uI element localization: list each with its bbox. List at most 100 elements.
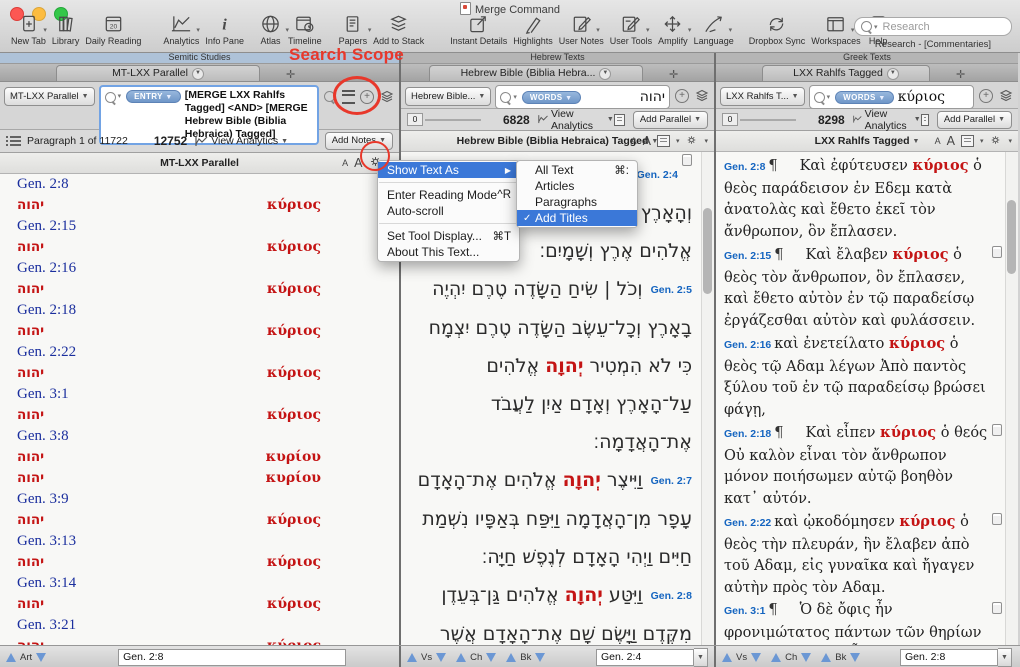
- increase-font-button[interactable]: A: [947, 134, 955, 148]
- user-note-icon[interactable]: [992, 424, 1002, 436]
- hebrew-hit-word[interactable]: יהוה: [17, 595, 44, 614]
- greek-hit-word[interactable]: κυρίου: [266, 448, 321, 467]
- user-note-icon[interactable]: [992, 513, 1002, 525]
- search-entry-box[interactable]: ▾ WORDS ▼ יהוה: [495, 85, 670, 109]
- verse-ref[interactable]: Gen. 2:8: [724, 161, 768, 173]
- menu-item-auto-scroll[interactable]: Auto-scroll: [378, 203, 519, 219]
- view-analytics-control[interactable]: View Analytics▼: [538, 108, 614, 132]
- submenu-item-add-titles[interactable]: ✓Add Titles: [517, 210, 637, 226]
- word[interactable]: Καὶ εἶπεν: [805, 425, 880, 441]
- search-query-text[interactable]: יהוה: [640, 89, 665, 105]
- verse-ref[interactable]: Gen. 3:9: [0, 489, 399, 510]
- submenu-item-all-text[interactable]: All Text⌘:: [517, 162, 637, 178]
- pane-layout-icon[interactable]: [921, 114, 929, 126]
- word[interactable]: κύριος: [912, 157, 968, 174]
- verse-ref[interactable]: Gen. 3:14: [0, 573, 399, 594]
- user-note-icon[interactable]: [992, 246, 1002, 258]
- hebrew-hit-word[interactable]: יהוה: [17, 511, 44, 530]
- verse-ref[interactable]: Gen. 2:15: [724, 250, 774, 262]
- context-slider[interactable]: 0: [722, 113, 796, 126]
- library-button[interactable]: Library: [49, 13, 83, 46]
- scope-pill-entry[interactable]: ENTRY ▼: [126, 90, 181, 103]
- greek-hit-word[interactable]: κύριος: [267, 238, 321, 257]
- tab-mt-lxx-parallel[interactable]: MT-LXX Parallel▼: [56, 65, 260, 81]
- atlas-button[interactable]: ▾Atlas: [256, 13, 285, 46]
- verse-ref[interactable]: Gen. 2:18: [724, 428, 774, 440]
- word[interactable]: יְהוָה: [565, 584, 603, 606]
- add-circle-icon[interactable]: +: [675, 89, 689, 103]
- stack-sync-icon[interactable]: [694, 88, 710, 103]
- verse-ref[interactable]: Gen. 2:8: [0, 174, 399, 195]
- language-button[interactable]: ▾Language: [691, 13, 737, 46]
- menu-item-enter-reading-mode[interactable]: Enter Reading Mode^R: [378, 187, 519, 203]
- word[interactable]: κύριος: [889, 335, 945, 352]
- pane-content-title[interactable]: LXX Rahlfs Tagged: [815, 135, 910, 147]
- verse-ref[interactable]: Gen. 2:22: [724, 517, 774, 529]
- info-pane-button[interactable]: iInfo Pane: [202, 13, 247, 46]
- user-note-icon[interactable]: [682, 154, 692, 166]
- new-tab-plus-button[interactable]: ✛: [956, 68, 965, 81]
- goto-verse-field[interactable]: [900, 649, 998, 666]
- research-field[interactable]: ▾: [854, 17, 1012, 36]
- goto-verse-field[interactable]: [118, 649, 346, 666]
- analytics-button[interactable]: ▾Analytics: [160, 13, 202, 46]
- scope-pill-words[interactable]: WORDS ▼: [522, 91, 581, 104]
- chevron-down-icon[interactable]: ▼: [694, 648, 708, 667]
- greek-hit-word[interactable]: κύριος: [267, 364, 321, 383]
- down-arrow-button[interactable]: [36, 653, 46, 662]
- verse-ref[interactable]: Gen. 2:4: [637, 156, 678, 194]
- verse-ref[interactable]: Gen. 3:1: [0, 384, 399, 405]
- module-selector-button[interactable]: LXX Rahlfs T...▼: [720, 87, 805, 106]
- chevron-down-icon[interactable]: ▼: [998, 648, 1012, 667]
- greek-hit-word[interactable]: κύριος: [267, 406, 321, 425]
- scrollbar-thumb[interactable]: [1007, 200, 1016, 274]
- search-query-text[interactable]: κύριος: [898, 89, 945, 105]
- down-arrow-button[interactable]: [850, 653, 860, 662]
- module-selector-button[interactable]: Hebrew Bible...▼: [405, 87, 491, 106]
- word[interactable]: יְהוָה: [563, 469, 601, 491]
- search-icon[interactable]: [814, 92, 825, 103]
- hebrew-hit-word[interactable]: יהוה: [17, 553, 44, 572]
- add-circle-icon[interactable]: +: [979, 89, 993, 103]
- menu-item-about-this-text[interactable]: About This Text...: [378, 244, 519, 260]
- word[interactable]: καὶ ἐνετείλατο: [774, 336, 889, 352]
- hebrew-hit-word[interactable]: יהוה: [17, 364, 44, 383]
- verse-ref[interactable]: Gen. 3:21: [0, 615, 399, 636]
- search-icon[interactable]: [105, 92, 116, 103]
- greek-hit-word[interactable]: κύριος: [267, 322, 321, 341]
- greek-hit-word[interactable]: κύριος: [267, 595, 321, 614]
- verse-ref[interactable]: Gen. 2:22: [0, 342, 399, 363]
- user-tools-button[interactable]: ▾User Tools: [607, 13, 655, 46]
- gear-icon[interactable]: [989, 134, 1002, 149]
- hebrew-hit-word[interactable]: יהוה: [17, 196, 44, 215]
- context-slider[interactable]: 0: [407, 113, 481, 126]
- view-analytics-control[interactable]: View Analytics▼: [853, 108, 921, 132]
- word[interactable]: Καὶ ἐφύτευσεν: [800, 158, 913, 174]
- add-parallel-button[interactable]: Add Parallel▼: [633, 111, 708, 129]
- module-selector-button[interactable]: MT-LXX Parallel▼: [4, 87, 95, 106]
- tab-lxx-rahlfs[interactable]: LXX Rahlfs Tagged▼: [762, 65, 930, 81]
- up-arrow-button[interactable]: [407, 653, 417, 662]
- pane-content-title[interactable]: Hebrew Bible (Biblia Hebraica) Tagged: [457, 135, 649, 147]
- word[interactable]: אֱלֹהִים אֶרֶץ וְשָׁמָיִם׃: [539, 240, 692, 262]
- word[interactable]: וַיִּיצֶר: [601, 469, 643, 491]
- verse-ref[interactable]: Gen. 2:8: [651, 577, 692, 615]
- user-note-icon[interactable]: [992, 602, 1002, 614]
- word[interactable]: יְהוָה: [545, 355, 583, 377]
- hebrew-hit-word[interactable]: יהוה: [17, 280, 44, 299]
- greek-hit-word[interactable]: κύριος: [267, 511, 321, 530]
- new-tab-plus-button[interactable]: ✛: [669, 68, 678, 81]
- down-arrow-button[interactable]: [751, 653, 761, 662]
- word[interactable]: κύριος: [892, 246, 948, 263]
- search-query-text[interactable]: [MERGE LXX Rahlfs Tagged] <AND> [MERGE H…: [185, 89, 313, 141]
- verse-ref[interactable]: Gen. 2:18: [0, 300, 399, 321]
- menu-item-show-text-as[interactable]: Show Text As▶: [378, 162, 519, 178]
- up-arrow-button[interactable]: [506, 653, 516, 662]
- up-arrow-button[interactable]: [722, 653, 732, 662]
- scrollbar-track[interactable]: [701, 152, 714, 650]
- up-arrow-button[interactable]: [6, 653, 16, 662]
- amplify-button[interactable]: ▾Amplify: [655, 13, 691, 46]
- tab-hebrew-bible[interactable]: Hebrew Bible (Biblia Hebra...▼: [429, 65, 643, 81]
- verse-ref[interactable]: Gen. 3:13: [0, 531, 399, 552]
- verse-ref[interactable]: Gen. 3:8: [0, 426, 399, 447]
